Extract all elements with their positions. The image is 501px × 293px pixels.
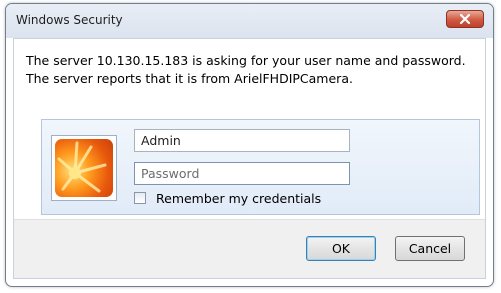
credential-panel: Remember my credentials xyxy=(41,119,480,215)
windows-security-dialog: Windows Security The server 10.130.15.18… xyxy=(5,3,494,287)
ok-button[interactable]: OK xyxy=(306,236,376,261)
user-picture-frame xyxy=(51,135,117,201)
remember-checkbox[interactable] xyxy=(134,192,146,204)
close-x-icon xyxy=(459,13,471,25)
window-title: Windows Security xyxy=(16,13,123,27)
title-bar[interactable]: Windows Security xyxy=(6,4,493,38)
cancel-button[interactable]: Cancel xyxy=(395,236,465,261)
dialog-body: The server 10.130.15.183 is asking for y… xyxy=(13,38,486,279)
user-picture-flower-icon xyxy=(55,139,113,197)
close-button[interactable] xyxy=(446,10,484,28)
remember-label: Remember my credentials xyxy=(156,190,322,206)
server-message: The server 10.130.15.183 is asking for y… xyxy=(26,53,466,86)
username-field[interactable] xyxy=(134,129,350,152)
password-field[interactable] xyxy=(134,162,350,185)
remember-credentials-option[interactable]: Remember my credentials xyxy=(134,190,321,206)
button-bar: OK Cancel xyxy=(14,219,485,278)
